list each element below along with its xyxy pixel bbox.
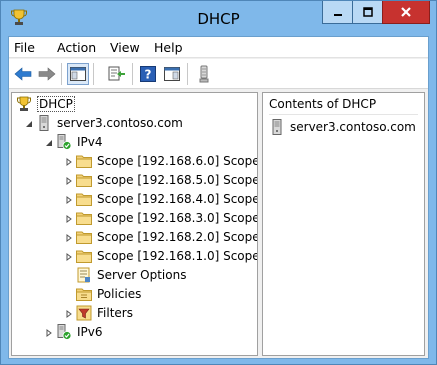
folder-icon (76, 153, 92, 169)
tree-node-scope[interactable]: Scope [192.168.2.0] Scope2 (76, 227, 258, 246)
expand-arrow-ipv6[interactable] (44, 328, 53, 337)
collapsed-triangle-icon (66, 214, 72, 223)
tree-label-scope: Scope [192.168.4.0] Scope4 (97, 191, 258, 206)
back-button[interactable] (12, 63, 34, 85)
toolbar-separator (61, 63, 62, 85)
help-button[interactable]: ? (137, 63, 159, 85)
contents-header: Contents of DHCP (269, 95, 418, 115)
menu-action[interactable]: Action (57, 40, 96, 55)
title-bar[interactable]: DHCP (1, 1, 436, 36)
ipv6-server-status-icon (56, 323, 72, 340)
tree-node-server-options[interactable]: Server Options (76, 265, 186, 284)
server-icon (269, 118, 285, 135)
toolbar: ? (9, 59, 428, 89)
collapse-arrow-ipv4[interactable] (44, 138, 53, 147)
tree-node-dhcp[interactable]: DHCP (16, 94, 75, 113)
menu-view[interactable]: View (110, 40, 140, 55)
maximize-button[interactable] (352, 1, 383, 24)
expand-arrow-scope1[interactable] (64, 252, 73, 261)
collapse-arrow-server[interactable] (24, 119, 33, 128)
expand-arrow-filters[interactable] (64, 309, 73, 318)
tree-label-ipv4: IPv4 (77, 134, 103, 149)
tree-label-ipv6: IPv6 (77, 324, 103, 339)
svg-text:?: ? (145, 68, 152, 82)
expand-arrow-scope6[interactable] (64, 157, 73, 166)
toolbar-separator (93, 63, 94, 85)
server-status-icon (199, 65, 209, 83)
server-icon (36, 114, 52, 131)
show-hide-console-tree-button[interactable] (67, 63, 89, 85)
tree-node-scope[interactable]: Scope [192.168.4.0] Scope4 (76, 189, 258, 208)
minimize-icon (333, 14, 342, 16)
tree-node-ipv6[interactable]: IPv6 (56, 322, 103, 341)
action-pane-icon (164, 67, 180, 81)
tree-node-scope[interactable]: Scope [192.168.6.0] Scope6 (76, 151, 258, 170)
tree-label-policies: Policies (97, 286, 142, 301)
tree-label-scope: Scope [192.168.2.0] Scope2 (97, 229, 258, 244)
expand-arrow-scope4[interactable] (64, 195, 73, 204)
collapsed-triangle-icon (66, 176, 72, 185)
export-list-button[interactable] (106, 63, 128, 85)
collapsed-triangle-icon (46, 328, 52, 337)
toolbar-separator (132, 63, 133, 85)
export-list-icon (108, 66, 125, 81)
close-button[interactable] (382, 1, 430, 24)
folder-icon (76, 248, 92, 264)
menu-bar: File Action View Help (9, 37, 428, 58)
tree-label-scope: Scope [192.168.5.0] Scope5 (97, 172, 258, 187)
tree-node-policies[interactable]: Policies (76, 284, 141, 303)
filter-icon (76, 305, 92, 321)
server-status-button[interactable] (193, 63, 215, 85)
collapsed-triangle-icon (66, 157, 72, 166)
folder-icon (76, 229, 92, 245)
collapsed-triangle-icon (66, 309, 72, 318)
help-icon: ? (140, 66, 156, 82)
menu-file[interactable]: File (14, 40, 35, 55)
collapsed-triangle-icon (66, 252, 72, 261)
folder-icon (76, 210, 92, 226)
show-hide-console-tree-icon (70, 67, 86, 81)
back-arrow-icon (14, 67, 32, 81)
expand-arrow-scope3[interactable] (64, 214, 73, 223)
collapsed-triangle-icon (66, 195, 72, 204)
expanded-triangle-icon (25, 120, 32, 127)
ipv4-server-status-icon (56, 133, 72, 150)
tree-label-server: server3.contoso.com (57, 115, 183, 130)
maximize-icon (362, 7, 373, 17)
tree-node-server[interactable]: server3.contoso.com (36, 113, 183, 132)
close-icon (401, 7, 411, 17)
tree-label-server-options: Server Options (97, 267, 187, 282)
forward-button[interactable] (36, 63, 58, 85)
expanded-triangle-icon (45, 139, 52, 146)
forward-arrow-icon (38, 67, 56, 81)
collapsed-triangle-icon (66, 233, 72, 242)
tree-label-scope: Scope [192.168.6.0] Scope6 (97, 153, 258, 168)
contents-item-server[interactable]: server3.contoso.com (269, 117, 416, 136)
tree-label-dhcp: DHCP (37, 95, 75, 112)
tree-node-filters[interactable]: Filters (76, 303, 133, 322)
server-options-icon (76, 267, 92, 283)
folder-icon (76, 191, 92, 207)
client-area: File Action View Help ? DHCP server3.con… (8, 36, 429, 359)
tree-label-scope: Scope [192.168.1.0] Scope1 (97, 248, 258, 263)
tree-label-filters: Filters (97, 305, 133, 320)
dhcp-trophy-icon (16, 96, 32, 112)
minimize-button[interactable] (322, 1, 353, 24)
tree-node-ipv4[interactable]: IPv4 (56, 132, 103, 151)
dhcp-window: DHCP File Action View Help ? DHCP server… (0, 0, 437, 365)
expand-arrow-scope2[interactable] (64, 233, 73, 242)
tree-label-scope: Scope [192.168.3.0] Scope3 (97, 210, 258, 225)
toolbar-separator (187, 63, 188, 85)
folder-icon (76, 172, 92, 188)
tree-node-scope[interactable]: Scope [192.168.3.0] Scope3 (76, 208, 258, 227)
tree-node-scope[interactable]: Scope [192.168.5.0] Scope5 (76, 170, 258, 189)
expand-arrow-scope5[interactable] (64, 176, 73, 185)
contents-item-label: server3.contoso.com (290, 119, 416, 134)
menu-help[interactable]: Help (154, 40, 183, 55)
contents-pane[interactable]: Contents of DHCP server3.contoso.com (262, 92, 425, 356)
policies-icon (76, 286, 92, 302)
console-tree-pane[interactable]: DHCP server3.contoso.com IPv4 Scope [192… (11, 92, 258, 356)
action-pane-button[interactable] (161, 63, 183, 85)
tree-node-scope[interactable]: Scope [192.168.1.0] Scope1 (76, 246, 258, 265)
